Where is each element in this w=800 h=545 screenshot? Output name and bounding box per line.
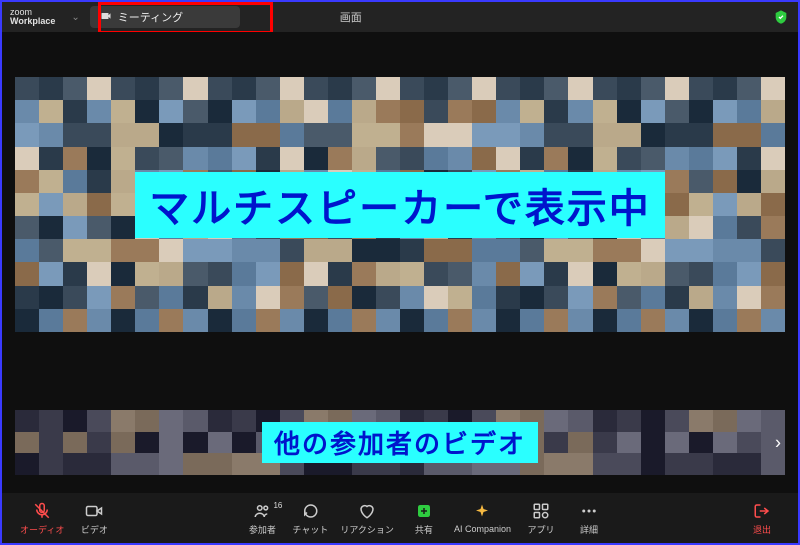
bottom-toolbar: オーディオ ビデオ 参加者 16 チャット リアクション 共有 <box>2 493 798 543</box>
apps-icon <box>532 501 550 521</box>
mic-muted-icon <box>33 501 51 521</box>
video-button[interactable]: ビデオ <box>70 497 118 540</box>
reactions-label: リアクション <box>340 523 394 536</box>
meeting-label: ミーティング <box>118 9 183 25</box>
more-icon <box>580 501 598 521</box>
video-label: ビデオ <box>81 523 108 536</box>
ai-companion-button[interactable]: AI Companion <box>448 498 517 538</box>
participants-count: 16 <box>273 501 282 510</box>
chat-icon <box>301 501 319 521</box>
participants-button[interactable]: 参加者 16 <box>238 497 286 540</box>
share-button[interactable]: 共有 <box>400 497 448 540</box>
top-bar: zoom Workplace ⌄ ミーティング 画面 <box>2 2 798 32</box>
share-icon <box>415 501 433 521</box>
main-video-area: マルチスピーカーで表示中 ‹ 他の参加者のビデオ › <box>2 32 798 493</box>
apps-button[interactable]: アプリ <box>517 497 565 540</box>
gallery-overlay-label: 他の参加者のビデオ <box>262 422 538 463</box>
gallery-next-button[interactable]: › <box>769 426 787 459</box>
more-label: 詳細 <box>580 523 598 536</box>
chevron-down-icon[interactable]: ⌄ <box>71 12 79 23</box>
leave-icon <box>753 501 771 521</box>
meeting-pill[interactable]: ミーティング <box>90 6 240 28</box>
sparkle-icon <box>473 502 491 522</box>
participants-icon <box>253 501 271 521</box>
brand-menu[interactable]: zoom Workplace <box>10 8 55 26</box>
camera-icon <box>85 501 103 521</box>
heart-icon <box>358 501 376 521</box>
leave-button[interactable]: 退出 <box>738 497 786 540</box>
speaker-video[interactable]: マルチスピーカーで表示中 <box>15 77 785 332</box>
video-icon <box>100 10 112 25</box>
shield-icon[interactable] <box>772 8 790 26</box>
brand-bottom: Workplace <box>10 17 55 26</box>
chat-label: チャット <box>292 523 328 536</box>
reactions-button[interactable]: リアクション <box>334 497 400 540</box>
leave-label: 退出 <box>753 523 771 536</box>
gallery-row: ‹ 他の参加者のビデオ › <box>15 410 785 475</box>
ai-label: AI Companion <box>454 524 511 534</box>
share-label: 共有 <box>415 523 433 536</box>
audio-label: オーディオ <box>20 523 64 536</box>
participants-label: 参加者 <box>249 523 276 536</box>
apps-label: アプリ <box>527 523 554 536</box>
audio-button[interactable]: オーディオ <box>14 497 70 540</box>
view-label[interactable]: 画面 <box>340 9 362 25</box>
chat-button[interactable]: チャット <box>286 497 334 540</box>
speaker-overlay-label: マルチスピーカーで表示中 <box>135 172 665 238</box>
more-button[interactable]: 詳細 <box>565 497 613 540</box>
